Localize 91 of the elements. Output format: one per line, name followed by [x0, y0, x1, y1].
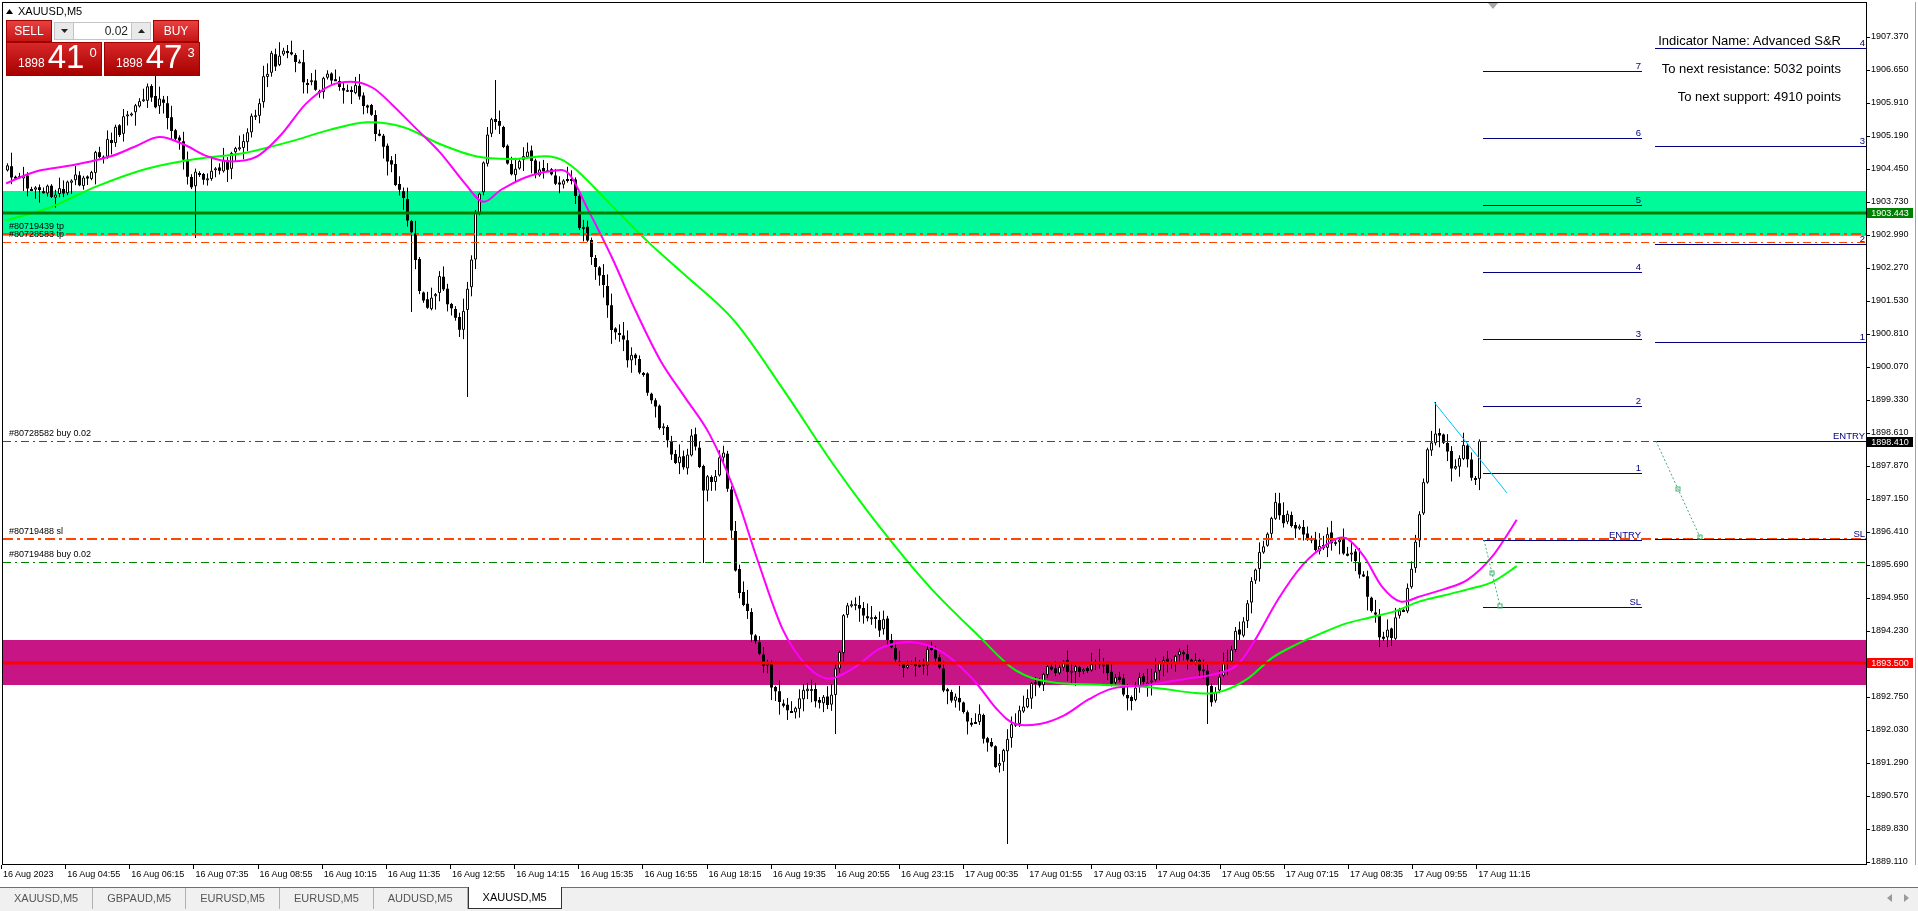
lot-decrease-button[interactable] — [54, 22, 74, 40]
level-label: 3 — [1635, 328, 1641, 339]
price-label: 1902.270 — [1871, 262, 1909, 273]
level-label: 2 — [1635, 395, 1641, 406]
time-label: 17 Aug 07:15 — [1285, 869, 1339, 879]
level-label: 2 — [1859, 233, 1865, 244]
time-label: 17 Aug 04:35 — [1157, 869, 1211, 879]
level-label: ENTRY — [1832, 430, 1865, 441]
resistance-distance-text: To next resistance: 5032 points — [1661, 62, 1841, 75]
price-label: 1894.950 — [1871, 592, 1909, 603]
time-label: 17 Aug 03:15 — [1093, 869, 1147, 879]
level-label: ENTRY — [1608, 529, 1641, 540]
lot-size-spinner[interactable]: 0.02 — [52, 20, 153, 42]
chart-tab[interactable]: XAUUSD,M5 — [0, 888, 94, 909]
caret-up-icon[interactable] — [6, 8, 13, 14]
price-label: 1904.450 — [1871, 163, 1909, 174]
price-label: 1894.230 — [1871, 625, 1909, 636]
price-label: 1889.830 — [1871, 823, 1909, 834]
price-label: 1906.650 — [1871, 64, 1909, 75]
caret-up-icon — [137, 29, 145, 33]
level-label: 7 — [1635, 60, 1641, 71]
time-label: 16 Aug 10:15 — [323, 869, 377, 879]
level-label: 5 — [1635, 194, 1641, 205]
price-label: 1892.750 — [1871, 691, 1909, 702]
chart-tab[interactable]: EURUSD,M5 — [186, 888, 280, 909]
level-label: 1 — [1635, 462, 1641, 473]
lot-increase-button[interactable] — [131, 22, 151, 40]
price-label: 1891.290 — [1871, 757, 1909, 768]
price-label: 1890.570 — [1871, 790, 1909, 801]
price-label: 1905.910 — [1871, 97, 1909, 108]
chart-tab[interactable]: AUDUSD,M5 — [373, 888, 468, 909]
chart-tab[interactable]: XAUUSD,M5 — [467, 887, 562, 909]
time-label: 16 Aug 2023 — [3, 869, 54, 879]
caret-down-icon — [60, 29, 68, 33]
price-label: 1905.190 — [1871, 130, 1909, 141]
price-label: 1892.030 — [1871, 724, 1909, 735]
price-label: 1901.530 — [1871, 295, 1909, 306]
price-label: 1898.610 — [1871, 427, 1909, 438]
order-label: #80719488 buy 0.02 — [9, 549, 92, 559]
time-label: 17 Aug 01:55 — [1029, 869, 1083, 879]
level-label: 6 — [1635, 127, 1641, 138]
level-label: SL — [1853, 528, 1865, 539]
time-label: 16 Aug 16:55 — [644, 869, 698, 879]
time-label: 16 Aug 14:15 — [516, 869, 570, 879]
chart-tab[interactable]: EURUSD,M5 — [279, 888, 374, 909]
price-label: 1897.150 — [1871, 493, 1909, 504]
indicator-name-text: Indicator Name: Advanced S&R — [1658, 34, 1841, 47]
chart-tab[interactable]: GBPAUD,M5 — [93, 888, 187, 909]
order-label: #80728582 buy 0.02 — [9, 428, 92, 438]
projection-line — [1483, 539, 1503, 609]
time-label: 16 Aug 23:15 — [900, 869, 955, 879]
time-label: 16 Aug 18:15 — [708, 869, 762, 879]
time-label: 17 Aug 11:15 — [1478, 869, 1531, 879]
order-label: #80719439 tp — [9, 221, 65, 231]
price-label: 1899.330 — [1871, 394, 1909, 405]
sell-button[interactable]: SELL — [6, 20, 52, 42]
time-label: 17 Aug 08:35 — [1349, 869, 1403, 879]
price-label: 1900.810 — [1871, 328, 1909, 339]
time-label: 16 Aug 19:35 — [772, 869, 826, 879]
level-label: 4 — [1859, 37, 1865, 48]
time-label: 16 Aug 12:55 — [452, 869, 506, 879]
time-label: 16 Aug 04:55 — [67, 869, 121, 879]
price-marker-label: 1898.410 — [1867, 437, 1913, 447]
time-label: 16 Aug 20:55 — [836, 869, 890, 879]
time-label: 16 Aug 07:35 — [195, 869, 249, 879]
time-label: 16 Aug 15:35 — [580, 869, 634, 879]
price-label: 1889.110 — [1871, 856, 1908, 867]
price-label: 1897.870 — [1871, 460, 1909, 471]
order-label: #80719488 sl — [9, 526, 64, 536]
price-label: 1902.990 — [1871, 229, 1909, 240]
price-label: 1896.410 — [1871, 526, 1909, 537]
time-label: 17 Aug 05:55 — [1221, 869, 1275, 879]
price-label: 1903.730 — [1871, 196, 1909, 207]
level-label: 3 — [1859, 135, 1865, 146]
chart-title: XAUUSD,M5 — [18, 5, 83, 17]
price-marker-label: 1893.500 — [1867, 658, 1913, 668]
price-label: 1895.690 — [1871, 559, 1909, 570]
time-label: 17 Aug 00:35 — [965, 869, 1019, 879]
time-label: 16 Aug 08:55 — [259, 869, 313, 879]
level-label: 4 — [1635, 261, 1641, 272]
time-label: 16 Aug 11:35 — [387, 869, 441, 879]
time-label: 16 Aug 06:15 — [131, 869, 185, 879]
lot-size-field[interactable]: 0.02 — [74, 22, 131, 40]
time-label: 17 Aug 09:55 — [1414, 869, 1468, 879]
buy-button[interactable]: BUY — [153, 20, 199, 42]
level-label: 1 — [1859, 331, 1865, 342]
level-label: SL — [1629, 596, 1641, 607]
price-label: 1907.370 — [1871, 31, 1909, 42]
price-marker-label: 1903.443 — [1867, 208, 1913, 218]
price-label: 1900.070 — [1871, 361, 1909, 372]
support-distance-text: To next support: 4910 points — [1677, 90, 1841, 103]
